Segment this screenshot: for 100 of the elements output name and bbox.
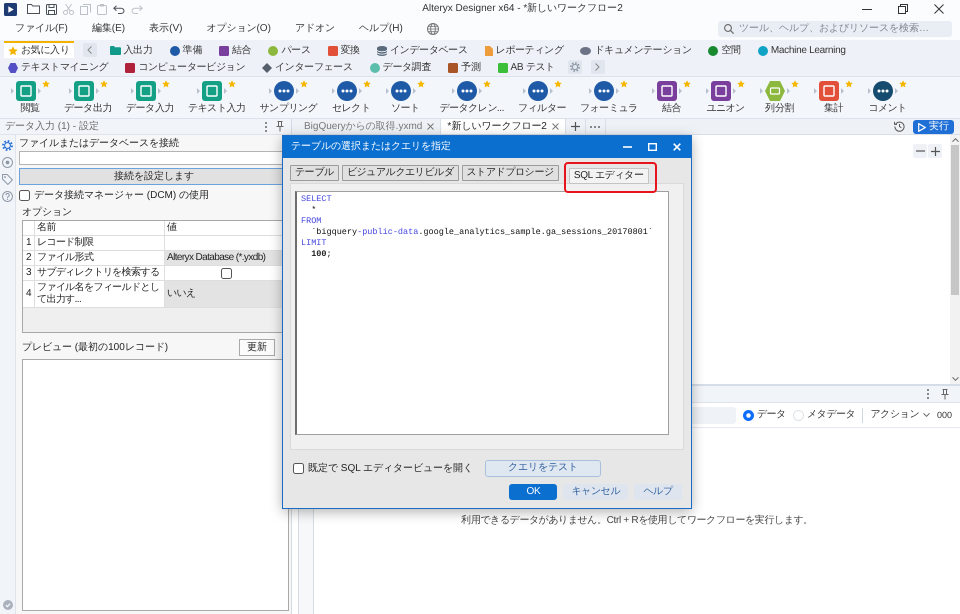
menu-item[interactable]: 編集(E)	[92, 23, 126, 35]
scroll-right-button[interactable]	[590, 60, 605, 74]
tool-item[interactable]: 集計	[814, 80, 854, 115]
scroll-left-button[interactable]	[82, 42, 97, 56]
tool-item[interactable]: データクレン...	[439, 80, 504, 115]
help-icon[interactable]	[2, 191, 13, 202]
table-cell: レコード制限	[35, 236, 165, 251]
actions-dropdown[interactable]: アクション	[870, 409, 930, 421]
folder-icon[interactable]	[27, 4, 40, 14]
app-logo-icon[interactable]	[4, 2, 17, 16]
category-tab[interactable]: 準備	[166, 41, 206, 58]
sql-editor[interactable]: SELECT * FROM `bigquery-public-data.google_analytics_sample.ga_sessions_20170801` LIMIT 100;	[295, 191, 669, 435]
row-number: 1	[23, 236, 35, 251]
workflow-tab[interactable]: *新しいワークフロー2	[441, 119, 566, 134]
history-icon[interactable]	[894, 121, 905, 132]
tool-item[interactable]: セレクト	[331, 80, 372, 115]
code-line: *	[310, 205, 316, 216]
chevron-down-icon[interactable]	[952, 377, 958, 381]
header-cell	[23, 221, 35, 236]
scroll-thumb[interactable]	[951, 145, 959, 295]
minus-icon	[916, 150, 924, 152]
dialog-button[interactable]: キャンセル	[563, 484, 628, 500]
category-tab[interactable]: AB テスト	[494, 58, 559, 75]
tool-item[interactable]: ユニオン	[706, 80, 746, 115]
category-tab[interactable]: お気に入り	[4, 41, 74, 58]
tab[interactable]: ビジュアルクエリビルダ	[342, 165, 459, 181]
tool-item[interactable]: フォーミュラ	[580, 80, 638, 115]
menu-item[interactable]: アドオン	[294, 23, 335, 35]
tab[interactable]: SQL エディター	[568, 168, 649, 184]
refresh-button[interactable]: 更新	[239, 339, 275, 356]
restore-icon[interactable]	[898, 4, 908, 14]
row-number: 4	[23, 281, 35, 308]
test-query-button[interactable]: クエリをテスト	[485, 460, 602, 476]
category-tab[interactable]: 変換	[324, 41, 364, 58]
pin-icon[interactable]	[276, 121, 284, 132]
category-tab[interactable]: インターフェース	[258, 58, 357, 75]
check-circle-icon[interactable]	[2, 600, 12, 610]
category-tab[interactable]: Machine Learning	[754, 41, 850, 58]
tool-item[interactable]: ソート	[385, 80, 426, 115]
category-tab[interactable]: レポーティング	[480, 41, 568, 58]
minimize-icon[interactable]	[862, 8, 872, 10]
zoom-in-button[interactable]	[928, 144, 942, 158]
tool-item[interactable]: コメント	[868, 80, 908, 115]
window-title: Alteryx Designer x64 - *新しいワークフロー2	[421, 3, 624, 15]
undo-icon[interactable]	[113, 4, 125, 14]
menu-item[interactable]: オプション(O)	[206, 23, 271, 35]
settings-icon[interactable]	[2, 140, 13, 151]
category-tab[interactable]: ドキュメンテーション	[576, 41, 696, 58]
category-tab[interactable]: データ調査	[366, 58, 436, 75]
tool-item[interactable]: データ入力	[126, 80, 174, 115]
plus-icon	[930, 146, 940, 156]
tool-item[interactable]: 閲覧	[10, 80, 50, 115]
pin-icon[interactable]	[941, 388, 949, 400]
settings-button[interactable]	[568, 60, 582, 74]
run-button[interactable]: 実行	[913, 120, 954, 134]
category-tab[interactable]: コンピュータービジョン	[121, 58, 250, 75]
category-tab[interactable]: 予測	[444, 58, 485, 75]
settings-icon	[570, 62, 580, 72]
radio-label: メタデータ	[806, 409, 856, 421]
menu-item[interactable]: ファイル(F)	[15, 23, 68, 35]
plus-icon	[570, 122, 580, 131]
tool-item[interactable]: テキスト入力	[188, 80, 246, 115]
tool-item[interactable]: データ出力	[64, 80, 112, 115]
play-icon	[918, 122, 926, 132]
radio-button[interactable]	[742, 410, 754, 420]
chevron-up-icon[interactable]	[952, 138, 958, 142]
category-tab[interactable]: 空間	[704, 41, 745, 58]
tool-item[interactable]: サンプリング	[260, 80, 318, 115]
maximize-icon[interactable]	[648, 143, 657, 151]
chevron-left-icon	[87, 46, 92, 54]
row-number: 3	[23, 266, 35, 281]
table-cell: ファイル名をフィールドとして出力す...	[35, 281, 165, 308]
target-icon[interactable]	[2, 157, 13, 168]
close-icon[interactable]	[934, 4, 944, 14]
tab[interactable]: ストアドプロシージ	[462, 165, 559, 181]
category-tab[interactable]: 入出力	[106, 41, 157, 58]
category-tab[interactable]: パース	[264, 41, 315, 58]
tag-icon[interactable]	[2, 174, 13, 185]
tool-item[interactable]: フィルター	[518, 80, 566, 115]
category-tab[interactable]: インデータベース	[372, 41, 472, 58]
row-number: 2	[23, 251, 35, 266]
zoom-out-button[interactable]	[913, 144, 927, 158]
scrollbar[interactable]	[950, 135, 960, 384]
globe-icon[interactable]	[426, 23, 439, 35]
checkbox[interactable]	[293, 462, 304, 474]
menu-item[interactable]: 表示(V)	[149, 23, 182, 35]
number-format-toggle[interactable]: 000	[936, 410, 952, 420]
table-cell: ファイル形式	[35, 251, 165, 266]
menu-item[interactable]: ヘルプ(H)	[358, 23, 403, 35]
category-tab[interactable]: 結合	[215, 41, 256, 58]
ok-button[interactable]: OK	[509, 484, 558, 500]
category-tab[interactable]: テキストマイニング	[4, 58, 112, 75]
checkbox[interactable]	[19, 190, 30, 200]
tab[interactable]: テーブル	[290, 165, 339, 181]
checkbox[interactable]	[220, 268, 232, 278]
dialog-button[interactable]: ヘルプ	[634, 484, 682, 500]
checkbox-label: 既定で SQL エディタービューを開く	[308, 462, 474, 474]
tool-item[interactable]: 列分割	[760, 80, 800, 115]
tool-item[interactable]: 結合	[652, 80, 692, 115]
save-icon[interactable]	[46, 4, 57, 14]
